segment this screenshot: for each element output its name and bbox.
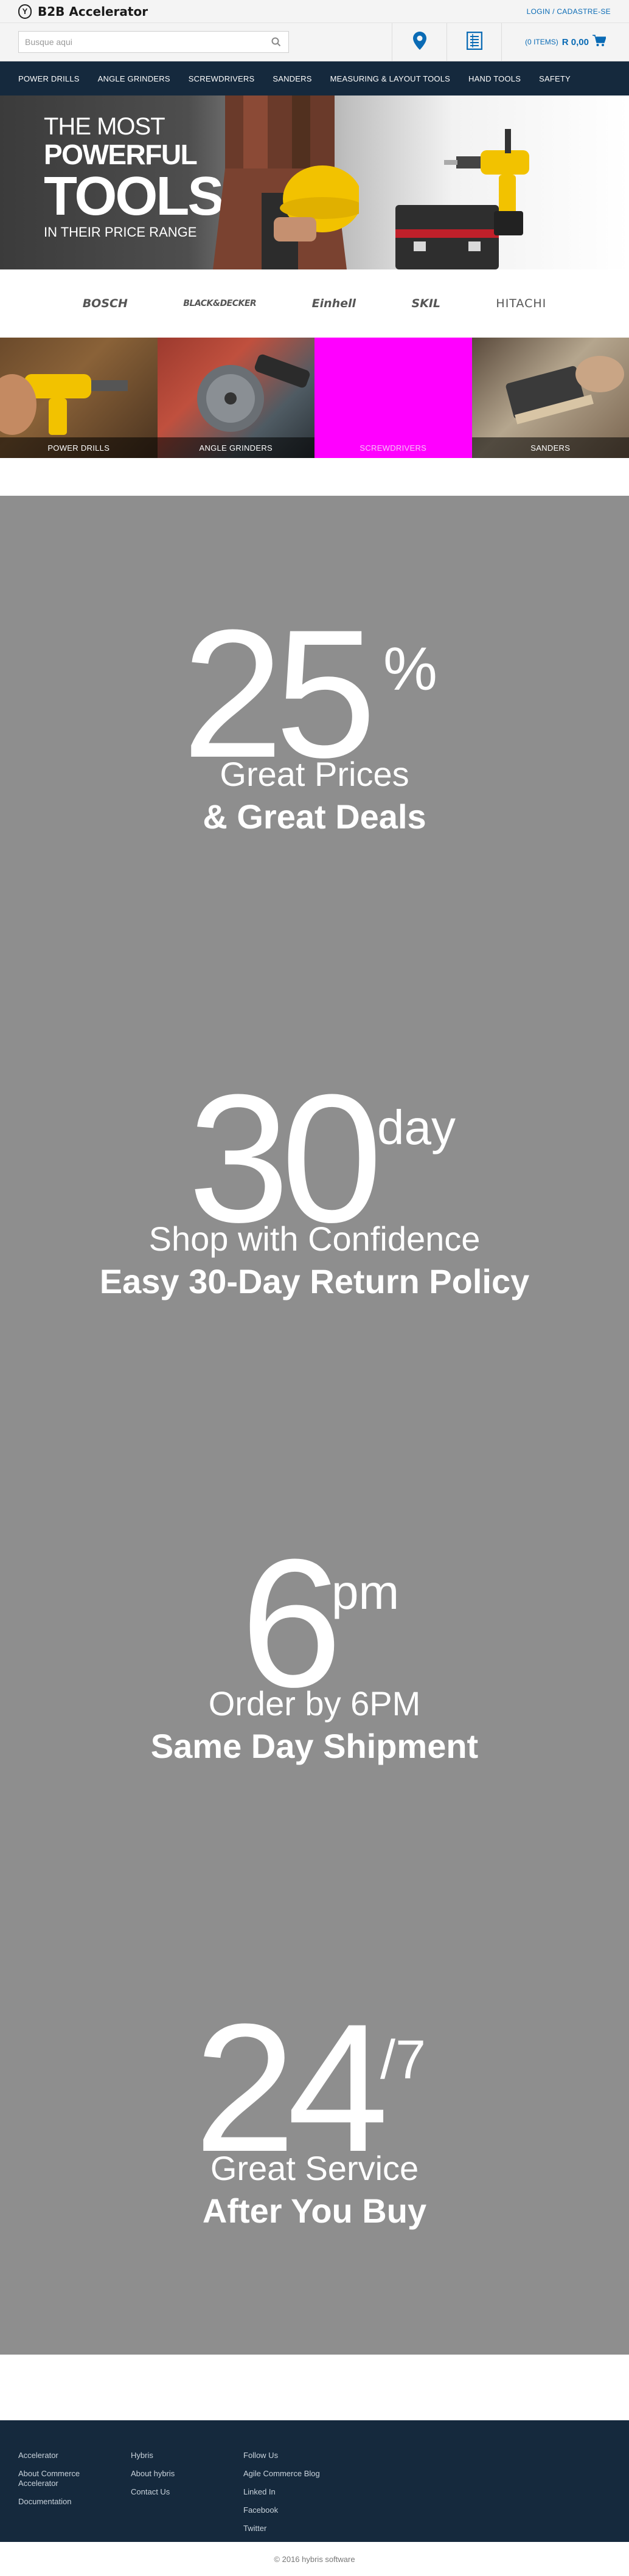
- hero-headline: THE MOST POWERFUL TOOLS IN THEIR PRICE R…: [44, 114, 222, 241]
- promo-great-service[interactable]: 24 /7 Great Service After You Buy: [0, 1890, 629, 2355]
- promo-superscript: /7: [380, 2033, 426, 2088]
- nav-safety[interactable]: SAFETY: [539, 74, 571, 83]
- footer-link[interactable]: Agile Commerce Blog: [243, 2469, 341, 2479]
- category-label: ANGLE GRINDERS: [158, 437, 315, 458]
- promo-line-1: Great Prices: [0, 754, 629, 794]
- footer-column-follow-us: Follow Us Agile Commerce Blog Linked In …: [243, 2451, 341, 2542]
- cart-total: R 0,00: [562, 37, 589, 47]
- worker-with-helmet-image: [201, 95, 359, 269]
- promo-same-day-shipment[interactable]: 6 pm Order by 6PM Same Day Shipment: [0, 1425, 629, 1890]
- mini-cart[interactable]: (0 ITEMS) R 0,00: [501, 23, 629, 61]
- search-box: [18, 31, 289, 53]
- category-tile-angle-grinders[interactable]: ANGLE GRINDERS: [158, 338, 315, 458]
- brand-logo-black-decker[interactable]: BLACK&DECKER: [183, 299, 256, 308]
- promo-superscript: day: [377, 1103, 456, 1152]
- brand-logo-einhell[interactable]: Einhell: [312, 297, 356, 310]
- promo-line-1: Order by 6PM: [0, 1684, 629, 1723]
- store-finder-button[interactable]: [392, 23, 447, 61]
- promo-line-2: Easy 30-Day Return Policy: [0, 1262, 629, 1301]
- site-logo[interactable]: Y B2B Accelerator: [18, 4, 148, 19]
- footer-link[interactable]: Documentation: [18, 2497, 88, 2507]
- category-label: POWER DRILLS: [0, 437, 158, 458]
- search-input[interactable]: [25, 37, 270, 47]
- order-form-icon: [467, 32, 482, 53]
- promo-line-2: & Great Deals: [0, 797, 629, 836]
- promo-line-2: Same Day Shipment: [0, 1726, 629, 1766]
- footer-link[interactable]: Follow Us: [243, 2451, 341, 2460]
- copyright: © 2016 hybris software: [0, 2542, 629, 2576]
- nav-screwdrivers[interactable]: SCREWDRIVERS: [189, 74, 255, 83]
- brand-logos: BOSCH BLACK&DECKER Einhell SKIL HITACHI: [0, 269, 629, 338]
- search-area: [0, 23, 392, 61]
- nav-measuring-layout-tools[interactable]: MEASURING & LAYOUT TOOLS: [330, 74, 450, 83]
- category-tile-power-drills[interactable]: POWER DRILLS: [0, 338, 158, 458]
- footer-column-accelerator: Accelerator About Commerce Accelerator D…: [18, 2451, 88, 2542]
- promo-superscript: pm: [332, 1568, 399, 1617]
- category-label: SANDERS: [472, 437, 629, 458]
- footer-column-hybris: Hybris About hybris Contact Us: [131, 2451, 201, 2542]
- brand-logo-bosch[interactable]: BOSCH: [83, 297, 128, 310]
- nav-power-drills[interactable]: POWER DRILLS: [18, 74, 80, 83]
- top-bar: Y B2B Accelerator LOGIN / CADASTRE-SE: [0, 0, 629, 23]
- nav-sanders[interactable]: SANDERS: [273, 74, 311, 83]
- logo-mark-icon: Y: [18, 4, 32, 19]
- hero-line-4: IN THEIR PRICE RANGE: [44, 223, 222, 241]
- footer-link[interactable]: Accelerator: [18, 2451, 88, 2460]
- search-row: (0 ITEMS) R 0,00: [0, 23, 629, 61]
- hero-line-2: POWERFUL: [44, 139, 222, 170]
- cart-item-count: (0 ITEMS): [525, 38, 558, 46]
- nav-angle-grinders[interactable]: ANGLE GRINDERS: [98, 74, 170, 83]
- footer-link[interactable]: Hybris: [131, 2451, 201, 2460]
- promo-return-policy[interactable]: 30 day Shop with Confidence Easy 30-Day …: [0, 960, 629, 1425]
- footer-link[interactable]: About hybris: [131, 2469, 201, 2479]
- promo-banners: 25 % Great Prices & Great Deals 30 day S…: [0, 496, 629, 2355]
- promo-line-2: After You Buy: [0, 2191, 629, 2231]
- nav-hand-tools[interactable]: HAND TOOLS: [468, 74, 521, 83]
- hero-line-1: THE MOST: [44, 114, 222, 139]
- search-icon[interactable]: [270, 36, 282, 48]
- footer-link[interactable]: Twitter: [243, 2524, 341, 2533]
- footer-link[interactable]: Facebook: [243, 2505, 341, 2515]
- category-tile-screwdrivers[interactable]: SCREWDRIVERS: [314, 338, 472, 458]
- footer-link[interactable]: About Commerce Accelerator: [18, 2469, 88, 2488]
- cart-icon: [593, 35, 606, 50]
- promo-line-1: Shop with Confidence: [0, 1219, 629, 1258]
- promo-line-1: Great Service: [0, 2148, 629, 2188]
- main-navigation: POWER DRILLS ANGLE GRINDERS SCREWDRIVERS…: [0, 61, 629, 95]
- login-register-link[interactable]: LOGIN / CADASTRE-SE: [527, 7, 611, 16]
- promo-great-prices[interactable]: 25 % Great Prices & Great Deals: [0, 496, 629, 960]
- hero-line-3: TOOLS: [44, 170, 222, 223]
- drill-and-case-image: [389, 126, 547, 269]
- category-tiles: POWER DRILLS ANGLE GRINDERS SCREWDRIVERS…: [0, 338, 629, 458]
- category-label: SCREWDRIVERS: [314, 437, 472, 458]
- footer-link[interactable]: Linked In: [243, 2487, 341, 2497]
- brand-logo-skil[interactable]: SKIL: [411, 297, 440, 310]
- footer-link[interactable]: Contact Us: [131, 2487, 201, 2497]
- site-footer: Accelerator About Commerce Accelerator D…: [0, 2420, 629, 2542]
- quick-order-button[interactable]: [447, 23, 501, 61]
- hero-banner[interactable]: THE MOST POWERFUL TOOLS IN THEIR PRICE R…: [0, 95, 629, 269]
- brand-name: B2B Accelerator: [38, 4, 148, 19]
- brand-logo-hitachi[interactable]: HITACHI: [496, 297, 546, 310]
- location-pin-icon: [413, 32, 426, 53]
- promo-superscript: %: [383, 639, 437, 700]
- category-tile-sanders[interactable]: SANDERS: [472, 338, 629, 458]
